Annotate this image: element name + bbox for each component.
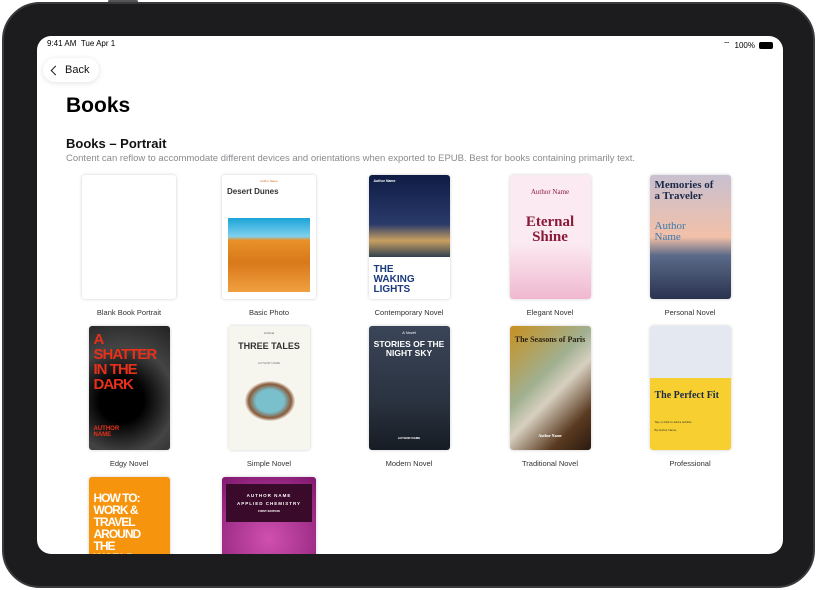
cover-author: AUTHOR NAME (374, 437, 445, 440)
template-blank-book-portrait[interactable]: Blank Book Portrait (59, 175, 199, 317)
template-modern-novel[interactable]: A Novel STORIES OF THE NIGHT SKY AUTHOR … (339, 326, 479, 468)
cover-author: Author Name (655, 221, 705, 243)
section-title: Books – Portrait (66, 136, 166, 151)
template-label: Basic Photo (199, 308, 339, 317)
template-label: Blank Book Portrait (59, 308, 199, 317)
cover-author: AUTHOR NAME (227, 494, 311, 499)
battery-percent: 100% (735, 41, 755, 50)
chevron-left-icon (51, 65, 61, 75)
cover-thumbnail: HOW TO: WORK & TRAVEL AROUND THE WORLD (89, 477, 170, 554)
cover-title: The Perfect Fit (655, 391, 726, 401)
back-label: Back (65, 64, 89, 76)
cover-title: A SHATTER IN THE DARK (94, 332, 149, 392)
battery-icon (759, 42, 773, 49)
cover-author: Author Name (227, 180, 311, 183)
cover-author: AUTHOR NAME (94, 426, 124, 438)
back-button[interactable]: Back (43, 58, 99, 82)
cover-edition: FIRST EDITION (227, 510, 311, 513)
template-simple-novel[interactable]: A Novel THREE TALES AUTHOR NAME Simple N… (199, 326, 339, 468)
cover-thumbnail: A Novel THREE TALES AUTHOR NAME (229, 326, 310, 450)
template-applied-chemistry[interactable]: AUTHOR NAME APPLIED CHEMISTRY FIRST EDIT… (199, 477, 339, 554)
cover-author: AUTHOR NAME (234, 362, 305, 365)
cover-title: The Seasons of Paris (515, 336, 586, 344)
cover-thumbnail: A SHATTER IN THE DARK AUTHOR NAME (89, 326, 170, 450)
cover-author: By Author Name (655, 429, 726, 432)
cover-title: HOW TO: WORK & TRAVEL AROUND THE WORLD (94, 492, 144, 554)
cover-title: THE WAKING LIGHTS (374, 265, 424, 295)
template-professional[interactable]: The Perfect Fit Tap or click to add a su… (620, 326, 760, 468)
city-lights-photo (369, 175, 450, 257)
cover-title: STORIES OF THE NIGHT SKY (374, 340, 445, 357)
screen: 9:41 AM Tue Apr 1 ⌔ 100% Back Books Books… (37, 36, 783, 554)
cover-author: Author Name (374, 180, 445, 184)
section-description: Content can reflow to accommodate differ… (66, 153, 635, 164)
cover-thumbnail: Author Name Desert Dunes (222, 175, 316, 299)
nest-image (245, 381, 295, 421)
cover-thumbnail: Memories of a Traveler Author Name (650, 175, 731, 299)
template-label: Modern Novel (339, 459, 479, 468)
template-label: Professional (620, 459, 760, 468)
cover-title: Desert Dunes (227, 188, 311, 196)
status-date: Tue Apr 1 (81, 39, 115, 48)
template-edgy-novel[interactable]: A SHATTER IN THE DARK AUTHOR NAME Edgy N… (59, 326, 199, 468)
template-label: Elegant Novel (480, 308, 620, 317)
template-traditional-novel[interactable]: The Seasons of Paris Author Name Traditi… (480, 326, 620, 468)
template-label: Simple Novel (199, 459, 339, 468)
cover-thumbnail (82, 175, 176, 299)
template-label: Edgy Novel (59, 459, 199, 468)
cover-title: Memories of a Traveler (655, 180, 715, 202)
cover-thumbnail: AUTHOR NAME APPLIED CHEMISTRY FIRST EDIT… (222, 477, 316, 554)
template-label: Personal Novel (620, 308, 760, 317)
cover-author: Author Name (515, 434, 586, 438)
cover-kicker: A Novel (234, 332, 305, 335)
cover-thumbnail: Author Name THE WAKING LIGHTS (369, 175, 450, 299)
cover-author: Author Name (515, 189, 586, 196)
cover-thumbnail: A Novel STORIES OF THE NIGHT SKY AUTHOR … (369, 326, 450, 450)
template-basic-photo[interactable]: Author Name Desert Dunes Basic Photo (199, 175, 339, 317)
desert-photo (228, 218, 310, 292)
cover-kicker: A Novel (374, 331, 445, 335)
template-label: Traditional Novel (480, 459, 620, 468)
cover-thumbnail: The Perfect Fit Tap or click to add a su… (650, 326, 731, 450)
template-personal-novel[interactable]: Memories of a Traveler Author Name Perso… (620, 175, 760, 317)
wifi-icon: ⌔ (723, 40, 731, 50)
status-time: 9:41 AM (47, 39, 76, 48)
cover-thumbnail: The Seasons of Paris Author Name (510, 326, 591, 450)
cover-subtitle: Tap or click to add a subtitle (655, 421, 726, 424)
cover-title: Eternal Shine (515, 215, 586, 245)
status-bar: 9:41 AM Tue Apr 1 ⌔ 100% (47, 39, 773, 51)
template-label: Contemporary Novel (339, 308, 479, 317)
template-how-to[interactable]: HOW TO: WORK & TRAVEL AROUND THE WORLD (59, 477, 199, 554)
template-elegant-novel[interactable]: Author Name Eternal Shine Elegant Novel (480, 175, 620, 317)
page-title: Books (66, 94, 130, 118)
cover-title: THREE TALES (234, 342, 305, 351)
cover-title: APPLIED CHEMISTRY (227, 502, 311, 507)
template-contemporary-novel[interactable]: Author Name THE WAKING LIGHTS Contempora… (339, 175, 479, 317)
cover-thumbnail: Author Name Eternal Shine (510, 175, 591, 299)
